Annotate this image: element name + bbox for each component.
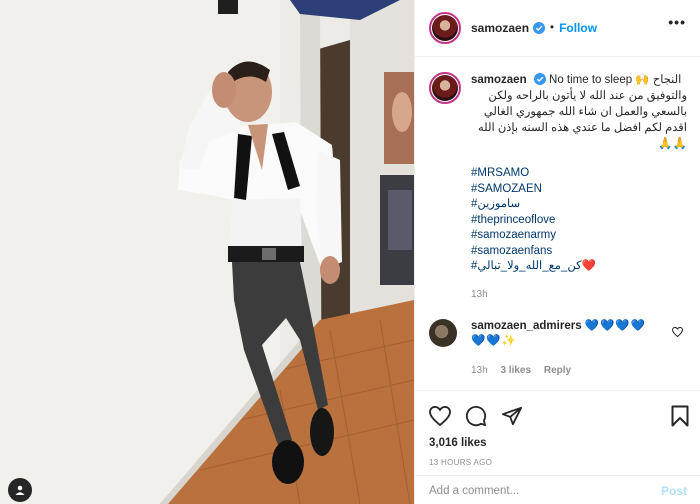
follow-button[interactable]: Follow	[559, 21, 597, 35]
caption-arabic: والتوفيق من عند الله لا يأتون بالراحه ول…	[478, 90, 687, 150]
comment-icon	[465, 405, 487, 427]
post-time: 13 HOURS AGO	[429, 458, 493, 467]
post-header: samozaen • Follow •••	[415, 0, 700, 57]
post-image	[0, 0, 414, 504]
hashtag[interactable]: #SAMOZAEN	[471, 182, 687, 198]
comment-username[interactable]: samozaen_admirers	[471, 320, 582, 332]
comment-button[interactable]	[465, 405, 487, 427]
hashtag[interactable]: #ساموزين	[471, 197, 687, 213]
comment-text: samozaen_admirers 💙💙💙💙💙💙✨ 13h 3 likes Re…	[471, 319, 661, 378]
hashtag[interactable]: #MRSAMO	[471, 166, 687, 182]
more-options-button[interactable]: •••	[668, 14, 686, 30]
share-button[interactable]	[501, 406, 523, 426]
comment-avatar[interactable]	[429, 318, 457, 347]
likes-count[interactable]: 3,016 likes	[415, 437, 700, 449]
comment-likes[interactable]: 3 likes	[500, 365, 531, 376]
caption-avatar[interactable]	[429, 72, 461, 104]
caption-text: samozaen No time to sleep 🙌 النجاح والتو…	[471, 72, 687, 303]
hashtag[interactable]: #samozaenfans	[471, 244, 687, 260]
post-photo[interactable]	[0, 0, 414, 504]
verified-badge-icon	[533, 22, 546, 34]
comment-like-heart-icon[interactable]	[672, 326, 683, 337]
add-comment-input[interactable]	[429, 484, 661, 497]
like-button[interactable]	[429, 406, 451, 426]
profile-avatar[interactable]	[429, 12, 461, 44]
header-separator: •	[550, 22, 555, 34]
post-comment-button[interactable]: Post	[661, 484, 687, 498]
heart-icon	[429, 406, 451, 426]
save-button[interactable]	[671, 405, 689, 427]
comment-time: 13h	[471, 364, 488, 376]
comment-meta: 13h 3 likes Reply	[471, 363, 661, 378]
caption-time: 13h	[471, 288, 488, 300]
add-comment-bar: Post	[415, 475, 700, 504]
user-tag-icon	[15, 485, 25, 495]
caption-line1: No time to sleep 🙌 النجاح	[549, 74, 682, 86]
hashtag[interactable]: #كن_مع_الله_ولا_تبالي❤️	[471, 259, 687, 275]
header-username[interactable]: samozaen	[471, 21, 529, 35]
post-side-panel: samozaen • Follow ••• samozaen No time t…	[414, 0, 700, 504]
hashtag-list: #MRSAMO #SAMOZAEN #ساموزين #theprinceofl…	[471, 166, 687, 275]
post-actions: 3,016 likes 13 HOURS AGO Post	[415, 390, 700, 504]
comment: samozaen_admirers 💙💙💙💙💙💙✨ 13h 3 likes Re…	[415, 303, 700, 378]
caption-username[interactable]: samozaen	[471, 74, 527, 86]
caption: samozaen No time to sleep 🙌 النجاح والتو…	[415, 58, 700, 303]
action-icons	[415, 391, 700, 431]
hashtag[interactable]: #samozaenarmy	[471, 228, 687, 244]
verified-badge-icon	[533, 73, 546, 85]
comments-area: samozaen No time to sleep 🙌 النجاح والتو…	[415, 58, 700, 388]
user-tag-button[interactable]	[8, 478, 32, 502]
reply-button[interactable]: Reply	[544, 365, 571, 376]
hashtag[interactable]: #theprinceoflove	[471, 213, 687, 229]
bookmark-icon	[671, 405, 689, 427]
paper-plane-icon	[501, 406, 522, 426]
